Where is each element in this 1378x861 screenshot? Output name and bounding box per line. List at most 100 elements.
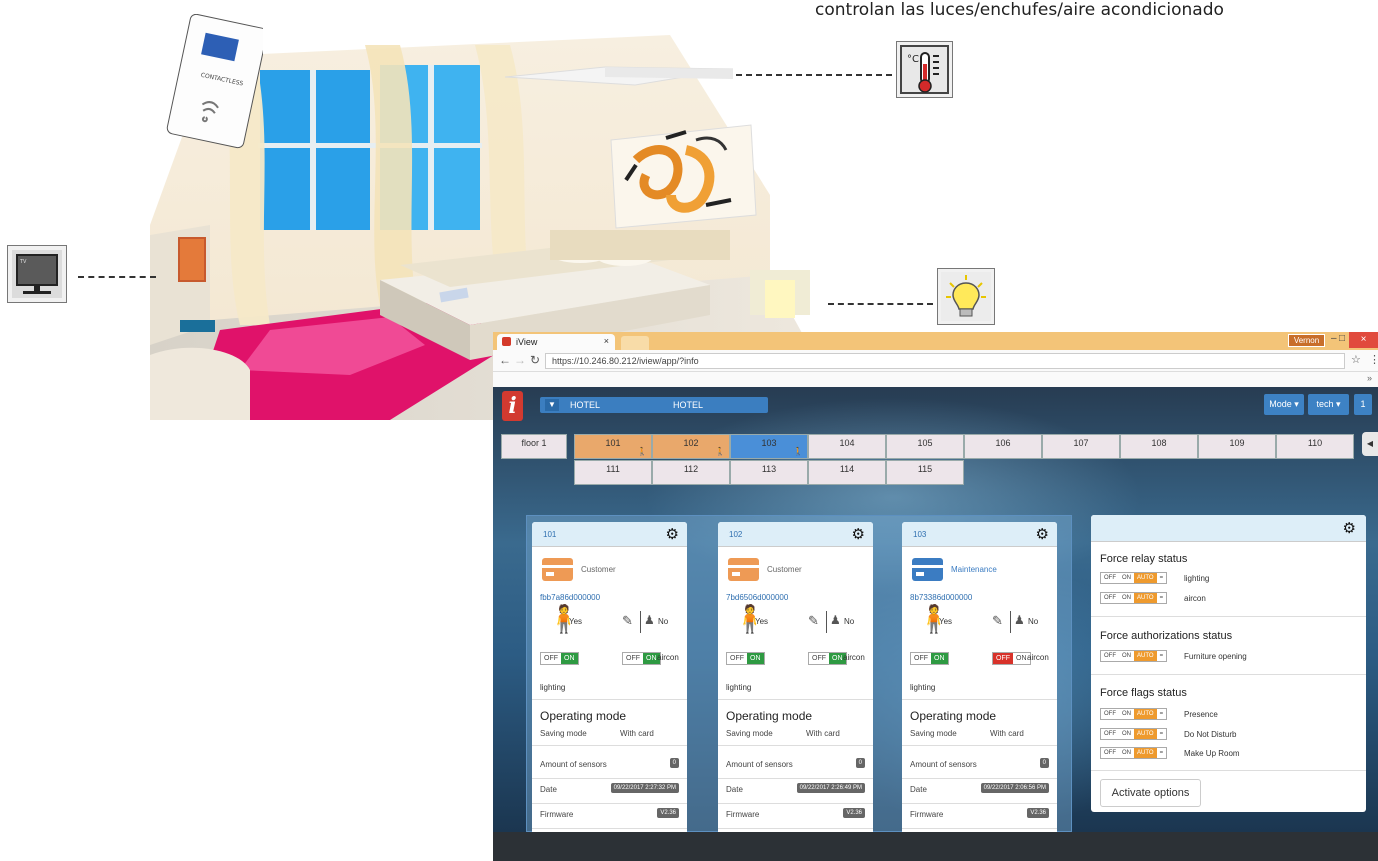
toggle-off[interactable]: OFF — [993, 653, 1013, 664]
tab-close-icon[interactable]: × — [604, 336, 609, 346]
room-card-102[interactable]: 102 ⚙ Customer 7bd6506d000000 🧍 Yes ✎ ♟ No OFF ON O… — [718, 522, 873, 832]
forward-arrow-icon[interactable]: → — [514, 353, 526, 367]
toggle-off[interactable]: OFF — [1101, 651, 1119, 661]
room-card-number[interactable]: 103 — [913, 530, 926, 539]
toggle-equal[interactable]: = — [1156, 573, 1167, 583]
window-close-icon[interactable]: × — [1349, 332, 1378, 348]
toggle-equal[interactable]: = — [1156, 728, 1167, 739]
toggle-equal[interactable]: = — [1156, 593, 1167, 603]
toggle-on[interactable]: ON — [931, 653, 948, 664]
force-toggle-do-not-disturb[interactable]: OFF ON AUTO = — [1100, 727, 1168, 740]
toggle-auto[interactable]: AUTO — [1134, 728, 1157, 739]
toggle-off[interactable]: OFF — [1101, 748, 1119, 758]
room-cell-104[interactable]: 104 — [808, 434, 886, 459]
room-cell-103[interactable]: 103 🚶 — [730, 434, 808, 459]
lighting-toggle[interactable]: OFF ON — [726, 652, 765, 665]
toggle-off[interactable]: OFF — [1101, 573, 1119, 583]
toggle-off[interactable]: OFF — [541, 653, 561, 664]
menu-dots-icon[interactable]: ⋮ — [1369, 353, 1378, 366]
toggle-equal[interactable]: = — [1156, 748, 1167, 758]
toggle-off[interactable]: OFF — [623, 653, 643, 664]
force-toggle-furniture-opening[interactable]: OFF ON AUTO = — [1100, 650, 1168, 662]
lighting-toggle[interactable]: OFF ON — [540, 652, 579, 665]
tech-dropdown-button[interactable]: tech ▾ — [1308, 394, 1349, 415]
force-toggle-presence[interactable]: OFF ON AUTO = — [1100, 708, 1168, 720]
toggle-auto[interactable]: AUTO — [1134, 709, 1157, 719]
browser-user-badge[interactable]: Vernon — [1288, 334, 1325, 347]
room-card-number[interactable]: 101 — [543, 530, 556, 539]
toggle-off[interactable]: OFF — [1101, 709, 1119, 719]
room-cell-109[interactable]: 109 — [1198, 434, 1276, 459]
force-toggle-make-up-room[interactable]: OFF ON AUTO = — [1100, 747, 1168, 759]
activate-options-button[interactable]: Activate options — [1100, 779, 1201, 807]
toggle-on[interactable]: ON — [1119, 651, 1134, 661]
iview-logo[interactable]: i — [502, 391, 523, 421]
toggle-on[interactable]: ON — [1119, 709, 1134, 719]
gear-icon[interactable]: ⚙ — [1343, 519, 1356, 537]
room-cell-107[interactable]: 107 — [1042, 434, 1120, 459]
room-card-103[interactable]: 103 ⚙ Maintenance 8b73386d000000 🧍 Yes ✎ ♟ No OFF… — [902, 522, 1057, 832]
toggle-equal[interactable]: = — [1156, 709, 1167, 719]
side-panel-toggle[interactable]: ◀ — [1362, 432, 1378, 456]
bookmarks-overflow-icon[interactable]: » — [1367, 373, 1372, 383]
toggle-auto[interactable]: AUTO — [1134, 651, 1157, 661]
room-cell-108[interactable]: 108 — [1120, 434, 1198, 459]
room-cell-114[interactable]: 114 — [808, 460, 886, 485]
toggle-on[interactable]: ON — [747, 653, 764, 664]
filter-icon[interactable]: ▼ — [545, 399, 559, 411]
make-up-room-icon: ♟ — [830, 613, 841, 627]
room-cell-106[interactable]: 106 — [964, 434, 1042, 459]
toggle-on[interactable]: ON — [1119, 573, 1134, 583]
toggle-auto[interactable]: AUTO — [1134, 593, 1157, 603]
toggle-on[interactable]: ON — [561, 653, 578, 664]
toggle-off[interactable]: OFF — [1101, 728, 1119, 739]
location-filter-bar[interactable]: ▼ HOTEL HOTEL — [540, 397, 768, 413]
make-up-room-icon: ♟ — [644, 613, 655, 627]
restore-icon[interactable]: □ — [1339, 333, 1345, 344]
room-cell-102[interactable]: 102 🚶 — [652, 434, 730, 459]
filter-site[interactable]: HOTEL — [570, 400, 600, 410]
room-number: 110 — [1307, 438, 1323, 448]
new-tab-button[interactable] — [621, 336, 649, 350]
aircon-toggle[interactable]: OFF ON — [622, 652, 661, 665]
mode-dropdown-button[interactable]: Mode ▾ — [1264, 394, 1304, 415]
filter-building[interactable]: HOTEL — [673, 400, 703, 410]
force-toggle-aircon[interactable]: OFF ON AUTO = — [1100, 592, 1168, 604]
gear-icon[interactable]: ⚙ — [666, 525, 679, 543]
gear-icon[interactable]: ⚙ — [1036, 525, 1049, 543]
toggle-on[interactable]: ON — [1119, 728, 1134, 739]
minimize-icon[interactable]: – — [1331, 333, 1337, 344]
toggle-equal[interactable]: = — [1156, 651, 1167, 661]
address-bar[interactable]: https://10.246.80.212/iview/app/?info — [545, 353, 1345, 369]
aircon-toggle[interactable]: OFF ON — [808, 652, 847, 665]
toggle-on[interactable]: ON — [1119, 748, 1134, 758]
aircon-toggle[interactable]: OFF ON — [992, 652, 1031, 665]
room-cell-110[interactable]: 110 — [1276, 434, 1354, 459]
room-cell-101[interactable]: 101 🚶 — [574, 434, 652, 459]
lighting-toggle[interactable]: OFF ON — [910, 652, 949, 665]
toggle-off[interactable]: OFF — [911, 653, 931, 664]
room-cell-115[interactable]: 115 — [886, 460, 964, 485]
room-card-101[interactable]: 101 ⚙ Customer fbb7a86d000000 🧍 Yes ✎ ♟ No OFF ON O… — [532, 522, 687, 832]
light-connector-line — [828, 303, 933, 305]
divider — [826, 611, 827, 633]
room-card-number[interactable]: 102 — [729, 530, 742, 539]
room-cell-105[interactable]: 105 — [886, 434, 964, 459]
gear-icon[interactable]: ⚙ — [852, 525, 865, 543]
room-cell-111[interactable]: 111 — [574, 460, 652, 485]
user-count-button[interactable]: 1 — [1354, 394, 1372, 415]
back-arrow-icon[interactable]: ← — [499, 353, 511, 367]
room-cell-113[interactable]: 113 — [730, 460, 808, 485]
bookmark-star-icon[interactable]: ☆ — [1351, 353, 1361, 366]
toggle-off[interactable]: OFF — [1101, 593, 1119, 603]
reload-icon[interactable]: ↻ — [530, 353, 540, 367]
force-toggle-lighting[interactable]: OFF ON AUTO = — [1100, 572, 1168, 584]
toggle-off[interactable]: OFF — [727, 653, 747, 664]
toggle-on[interactable]: ON — [1119, 593, 1134, 603]
floor-label[interactable]: floor 1 — [501, 434, 567, 459]
toggle-off[interactable]: OFF — [809, 653, 829, 664]
toggle-auto[interactable]: AUTO — [1134, 573, 1157, 583]
room-cell-112[interactable]: 112 — [652, 460, 730, 485]
browser-tab-iview[interactable]: iView × — [497, 334, 615, 350]
toggle-auto[interactable]: AUTO — [1134, 748, 1157, 758]
